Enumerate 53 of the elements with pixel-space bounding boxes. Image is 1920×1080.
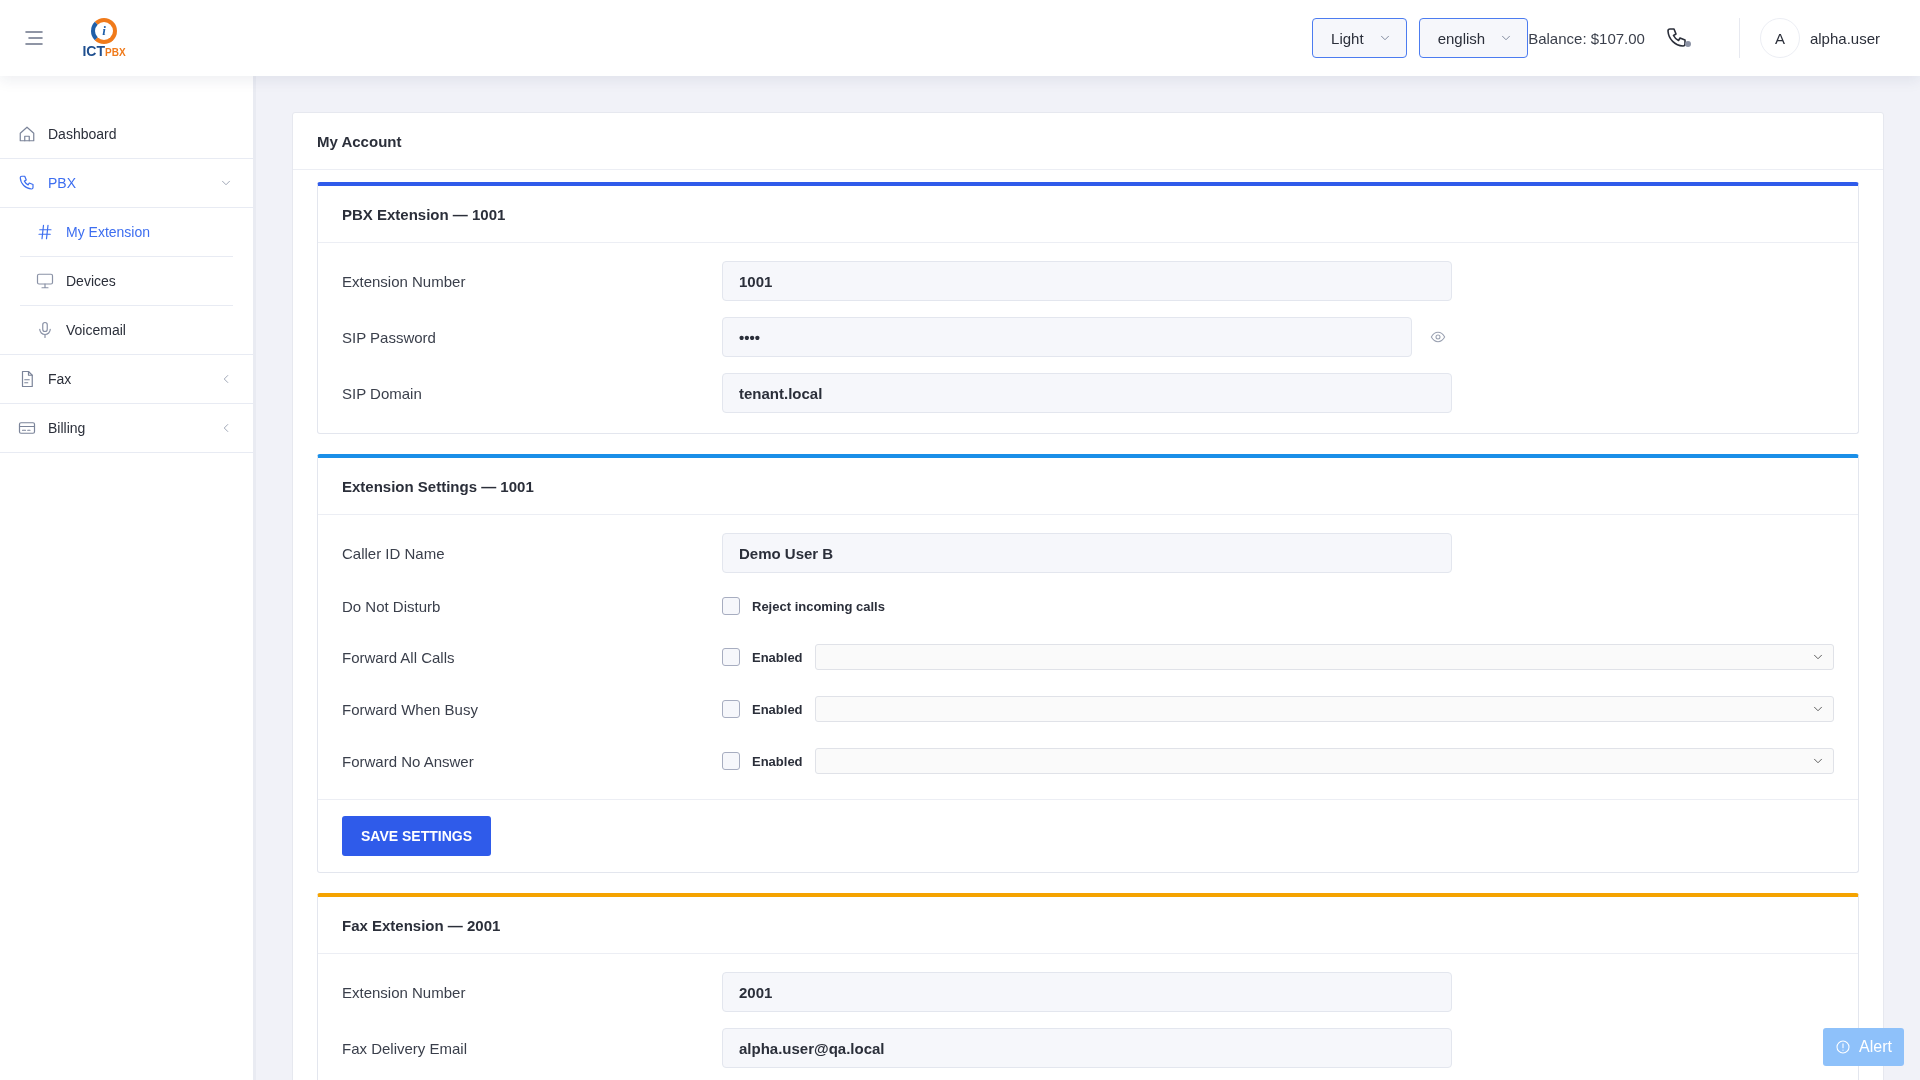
balance-text: Balance: $107.00 xyxy=(1528,29,1645,47)
field-label: Forward When Busy xyxy=(342,700,479,718)
section-title: Fax Extension — 2001 xyxy=(342,916,501,934)
section-title: PBX Extension — 1001 xyxy=(342,205,506,223)
phone-status-icon[interactable] xyxy=(1664,26,1689,50)
checkbox-label: Enabled xyxy=(752,753,803,769)
password-field[interactable]: •••• xyxy=(722,317,1412,357)
input-field[interactable]: Demo User B xyxy=(722,533,1452,573)
checkbox-label: Enabled xyxy=(752,701,803,717)
save-button[interactable]: SAVE SETTINGS xyxy=(342,816,491,856)
sidebar-item[interactable]: PBX xyxy=(0,159,253,208)
destination-select[interactable] xyxy=(814,696,1834,722)
sidebar-subitem[interactable]: Devices xyxy=(20,257,233,306)
checkbox[interactable] xyxy=(722,597,740,615)
phone-icon xyxy=(18,174,36,192)
destination-select[interactable] xyxy=(814,644,1834,670)
checkbox[interactable] xyxy=(722,700,740,718)
page-title: My Account xyxy=(317,132,402,150)
sidebar-item[interactable]: Fax xyxy=(0,355,253,404)
card-icon xyxy=(18,419,36,437)
input-field[interactable]: 1001 xyxy=(722,261,1452,301)
field-label: Do Not Disturb xyxy=(342,597,442,615)
checkbox[interactable] xyxy=(722,648,740,666)
section-title: Extension Settings — 1001 xyxy=(342,477,534,495)
sidebar-item[interactable]: Billing xyxy=(0,404,253,453)
field-label: Forward All Calls xyxy=(342,648,456,666)
theme-select[interactable]: Light xyxy=(1312,18,1407,58)
checkbox-label: Reject incoming calls xyxy=(752,598,885,614)
hash-icon xyxy=(36,223,54,241)
input-field[interactable]: alpha.user@qa.local xyxy=(722,1028,1452,1068)
field-label: SIP Domain xyxy=(342,384,423,402)
sidebar-subitem[interactable]: My Extension xyxy=(20,208,233,257)
field-label: Extension Number xyxy=(342,272,467,290)
checkbox[interactable] xyxy=(722,752,740,770)
microphone-icon xyxy=(36,321,54,339)
user-name[interactable]: alpha.user xyxy=(1809,29,1880,47)
field-label: Caller ID Name xyxy=(342,544,446,562)
checkbox-label: Enabled xyxy=(752,649,803,665)
info-icon xyxy=(1835,1039,1852,1055)
input-field[interactable]: tenant.local xyxy=(722,373,1452,413)
language-select[interactable]: english xyxy=(1418,18,1529,58)
input-field[interactable]: 2001 xyxy=(722,972,1452,1012)
field-label: Fax Delivery Email xyxy=(342,1039,469,1057)
home-icon xyxy=(18,125,36,143)
field-label: SIP Password xyxy=(342,328,437,346)
monitor-icon xyxy=(36,272,54,290)
logo: i ICTPBX xyxy=(78,18,130,58)
sidebar-subitem[interactable]: Voicemail xyxy=(20,306,233,354)
field-label: Forward No Answer xyxy=(342,752,475,770)
field-label: Extension Number xyxy=(342,983,467,1001)
eye-icon xyxy=(1430,329,1446,345)
destination-select[interactable] xyxy=(814,748,1834,774)
sidebar-item[interactable]: Dashboard xyxy=(0,110,253,159)
